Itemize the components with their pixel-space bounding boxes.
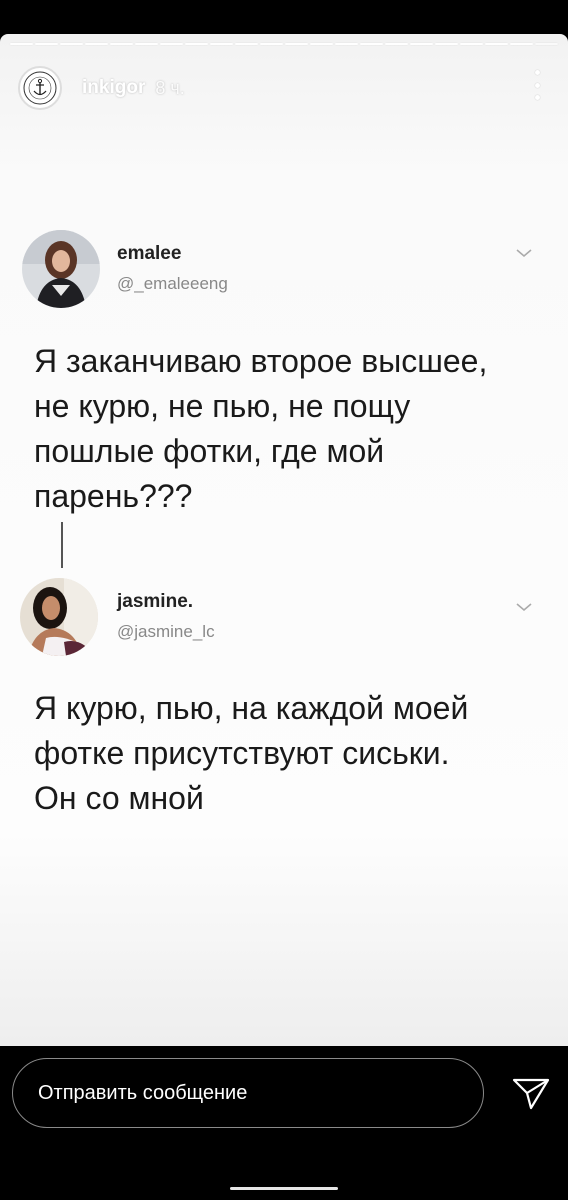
- story-header: inkigor 8 ч.: [18, 66, 185, 110]
- progress-segment: [135, 43, 158, 45]
- story-frame[interactable]: inkigor 8 ч. emalee @_emaleeeng Я заканч…: [0, 34, 568, 1046]
- send-icon[interactable]: [512, 1077, 550, 1111]
- progress-segment: [260, 43, 283, 45]
- progress-segment: [510, 43, 533, 45]
- progress-segment: [335, 43, 358, 45]
- progress-segment: [10, 43, 33, 45]
- reply-bar: Отправить сообщение: [0, 1046, 568, 1200]
- tweet-author-name[interactable]: jasmine.: [117, 591, 193, 613]
- story-progress-bar: [10, 43, 558, 45]
- progress-segment: [360, 43, 383, 45]
- send-message-input[interactable]: Отправить сообщение: [12, 1058, 484, 1128]
- progress-segment: [235, 43, 258, 45]
- chevron-down-icon[interactable]: [515, 601, 533, 613]
- progress-segment: [435, 43, 458, 45]
- chevron-down-icon[interactable]: [515, 247, 533, 259]
- progress-segment: [285, 43, 308, 45]
- story-time: 8 ч.: [155, 77, 185, 98]
- progress-segment: [110, 43, 133, 45]
- progress-segment: [310, 43, 333, 45]
- home-indicator[interactable]: [230, 1187, 338, 1190]
- send-message-placeholder: Отправить сообщение: [38, 1081, 248, 1104]
- tweet-author-handle[interactable]: @jasmine_lc: [117, 622, 215, 642]
- progress-segment: [185, 43, 208, 45]
- progress-segment: [160, 43, 183, 45]
- avatar: [20, 578, 98, 656]
- tweet-author-handle[interactable]: @_emaleeeng: [117, 274, 228, 294]
- story-username[interactable]: inkigor: [82, 77, 145, 99]
- tweet-author-name[interactable]: emalee: [117, 243, 181, 265]
- avatar: [22, 230, 100, 308]
- progress-segment: [410, 43, 433, 45]
- progress-segment: [460, 43, 483, 45]
- tweet-text: Я заканчиваю второе высшее, не курю, не …: [34, 343, 488, 514]
- progress-segment: [210, 43, 233, 45]
- tweet-text: Я курю, пью, на каждой моей фотке присут…: [34, 690, 469, 816]
- progress-segment: [60, 43, 83, 45]
- thread-connector: [61, 522, 63, 568]
- progress-segment: [85, 43, 108, 45]
- more-options-icon[interactable]: [532, 70, 542, 100]
- progress-segment: [485, 43, 508, 45]
- anchor-logo-icon: [23, 71, 57, 105]
- progress-segment: [385, 43, 408, 45]
- progress-segment: [535, 43, 558, 45]
- story-avatar[interactable]: [18, 66, 62, 110]
- progress-segment: [35, 43, 58, 45]
